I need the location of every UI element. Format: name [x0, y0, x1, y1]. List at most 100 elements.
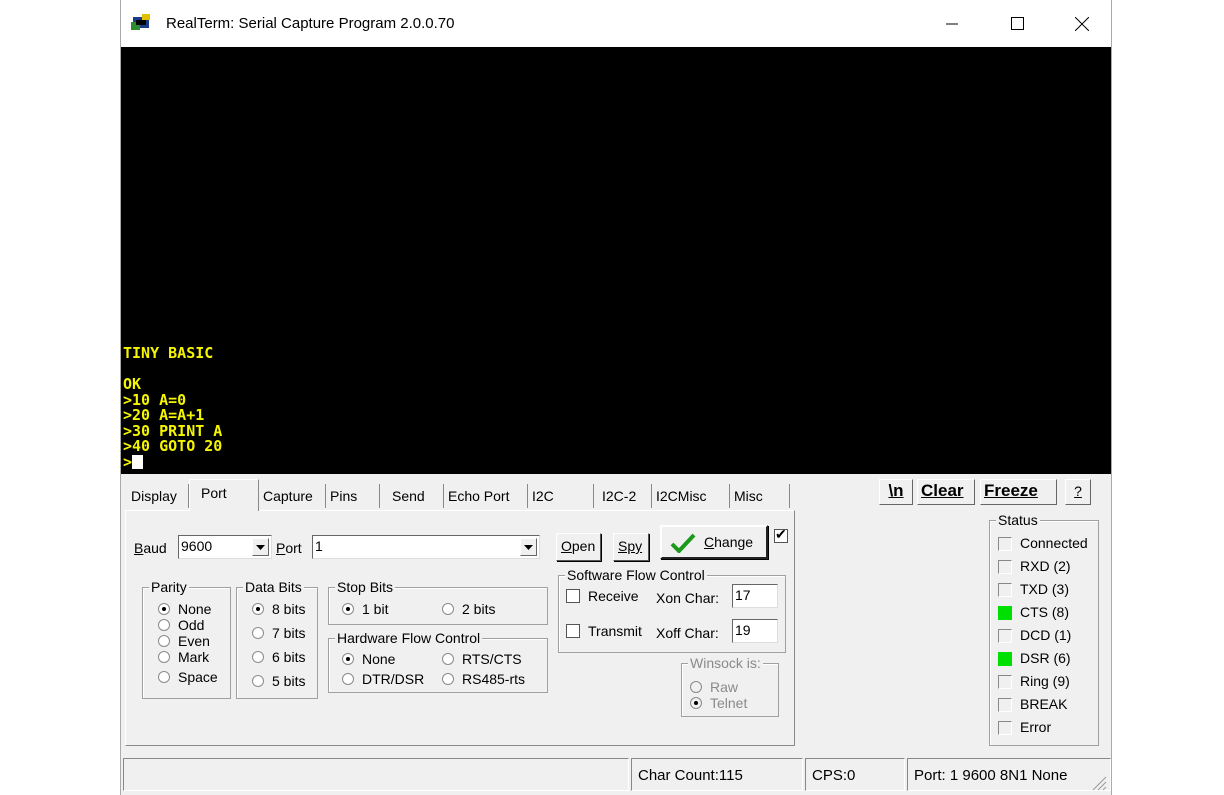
status-led-1 — [998, 560, 1012, 574]
software-flow-title: Software Flow Control — [565, 567, 707, 583]
winsock-raw-radio[interactable] — [690, 681, 702, 693]
tab-capture-label: Capture — [263, 488, 313, 504]
close-icon — [1075, 16, 1089, 31]
port-info: Port: 1 9600 8N1 None — [907, 758, 1111, 791]
parity-mark-label: Mark — [178, 649, 210, 665]
tab-i2c-2[interactable]: I2C-2 — [594, 484, 652, 508]
terminal-line: >40 GOTO 20 — [123, 437, 223, 455]
title-bar[interactable]: RealTerm: Serial Capture Program 2.0.0.7… — [121, 0, 1111, 47]
hw-flow-rts-cts-label: RTS/CTS — [462, 651, 522, 667]
port-select[interactable]: 1 — [312, 535, 540, 559]
tab-i2c[interactable]: I2C — [528, 484, 594, 508]
status-label-0: Connected — [1020, 535, 1088, 551]
maximize-button[interactable] — [994, 0, 1040, 47]
status-label-6: Ring (9) — [1020, 673, 1070, 689]
stop-bits-1-radio[interactable] — [342, 603, 354, 615]
open-button[interactable]: Open — [556, 533, 601, 561]
hw-flow-rs485-rts-label: RS485-rts — [462, 671, 526, 687]
window-title: RealTerm: Serial Capture Program 2.0.0.7… — [166, 15, 455, 32]
terminal-line: TINY BASIC — [123, 344, 214, 362]
tab-pins[interactable]: Pins — [326, 484, 380, 508]
hw-flow-rs485-rts-radio[interactable] — [442, 673, 454, 685]
terminal-output: TINY BASIC OK >10 A=0 >20 A=A+1 >30 PRINT A >… — [123, 344, 223, 471]
baud-label-text: aud — [143, 540, 167, 556]
change-button[interactable]: Change — [660, 525, 768, 559]
status-led-6 — [998, 675, 1012, 689]
tab-echo-port[interactable]: Echo Port — [444, 484, 528, 508]
tab-i2c-2-label: I2C-2 — [602, 488, 637, 504]
xoff-label: Xoff Char: — [656, 625, 719, 641]
baud-label: Baud — [134, 540, 167, 556]
hw-flow-rts-cts-radio[interactable] — [442, 653, 454, 665]
parity-title: Parity — [149, 579, 189, 595]
help-button[interactable]: ? — [1065, 479, 1091, 505]
terminal-prompt: > — [123, 452, 133, 471]
chevron-down-icon — [256, 544, 265, 550]
tab-capture[interactable]: Capture — [259, 484, 326, 508]
tab-i2cmisc[interactable]: I2CMisc — [652, 484, 730, 508]
status-label-4: DCD (1) — [1020, 627, 1072, 643]
tab-display[interactable]: Display — [127, 484, 189, 508]
hw-flow-dtr-dsr-radio[interactable] — [342, 673, 354, 685]
tab-misc-label: Misc — [734, 488, 763, 504]
tab-display-label: Display — [131, 488, 177, 504]
close-button[interactable] — [1059, 0, 1105, 47]
xoff-value: 19 — [735, 622, 751, 638]
change-checkbox[interactable] — [774, 526, 788, 543]
transmit-checkbox[interactable] — [566, 624, 580, 638]
minimize-button[interactable] — [929, 0, 975, 47]
resize-grip-icon[interactable] — [1091, 775, 1107, 791]
data-bits-7-bits-radio[interactable] — [252, 627, 264, 639]
terminal-cursor — [132, 454, 144, 469]
freeze-button[interactable]: Freeze — [980, 479, 1057, 505]
transmit-label: Transmit — [588, 623, 642, 639]
parity-even-radio[interactable] — [158, 635, 170, 647]
hw-flow-none-radio[interactable] — [342, 653, 354, 665]
port-label-text: ort — [285, 540, 302, 556]
baud-select[interactable]: 9600 — [178, 535, 272, 559]
status-led-5 — [998, 652, 1012, 666]
tab-port[interactable]: Port — [189, 479, 259, 511]
chevron-down-icon — [524, 544, 533, 550]
parity-odd-radio[interactable] — [158, 619, 170, 631]
tab-misc[interactable]: Misc — [730, 484, 790, 508]
xon-input[interactable]: 17 — [732, 584, 778, 608]
parity-mark-radio[interactable] — [158, 651, 170, 663]
stop-bits-title: Stop Bits — [335, 579, 396, 595]
tab-i2c-label: I2C — [532, 488, 554, 504]
tab-send[interactable]: Send — [380, 484, 444, 508]
parity-odd-label: Odd — [178, 617, 205, 633]
tab-i2cmisc-label: I2CMisc — [656, 488, 707, 504]
clear-button[interactable]: Clear — [917, 479, 975, 505]
newline-button[interactable]: \n — [879, 479, 913, 505]
status-bar: Char Count:115 CPS:0 Port: 1 9600 8N1 No… — [121, 755, 1111, 795]
open-label: pen — [571, 538, 596, 554]
parity-none-radio[interactable] — [158, 603, 170, 615]
hardware-flow-title: Hardware Flow Control — [335, 630, 483, 646]
stop-bits-2-radio[interactable] — [442, 603, 454, 615]
parity-space-radio[interactable] — [158, 671, 170, 683]
change-label: Change — [704, 534, 754, 550]
status-label-5: DSR (6) — [1020, 650, 1071, 666]
data-bits-5-bits-label: 5 bits — [272, 673, 306, 689]
data-bits-5-bits-radio[interactable] — [252, 675, 264, 687]
baud-dropdown-button[interactable] — [252, 538, 269, 556]
tab-port-label: Port — [201, 485, 227, 501]
status-led-3 — [998, 606, 1012, 620]
app-icon — [131, 14, 150, 30]
winsock-title: Winsock is: — [688, 655, 763, 671]
data-bits-6-bits-radio[interactable] — [252, 651, 264, 663]
spy-button[interactable]: Spy — [613, 533, 649, 561]
terminal-display[interactable]: TINY BASIC OK >10 A=0 >20 A=A+1 >30 PRINT A >… — [121, 47, 1111, 474]
maximize-icon — [1010, 17, 1024, 30]
receive-checkbox[interactable] — [566, 589, 580, 603]
status-label-1: RXD (2) — [1020, 558, 1071, 574]
status-group: Status Connected RXD (2) TXD (3) CTS (8) DCD… — [989, 512, 1099, 746]
xoff-input[interactable]: 19 — [732, 619, 778, 643]
parity-space-label: Space — [178, 669, 218, 685]
port-dropdown-button[interactable] — [520, 538, 537, 556]
data-bits-8-bits-radio[interactable] — [252, 603, 264, 615]
winsock-telnet-radio[interactable] — [690, 697, 702, 709]
parity-none-label: None — [178, 601, 212, 617]
status-label-7: BREAK — [1020, 696, 1068, 712]
